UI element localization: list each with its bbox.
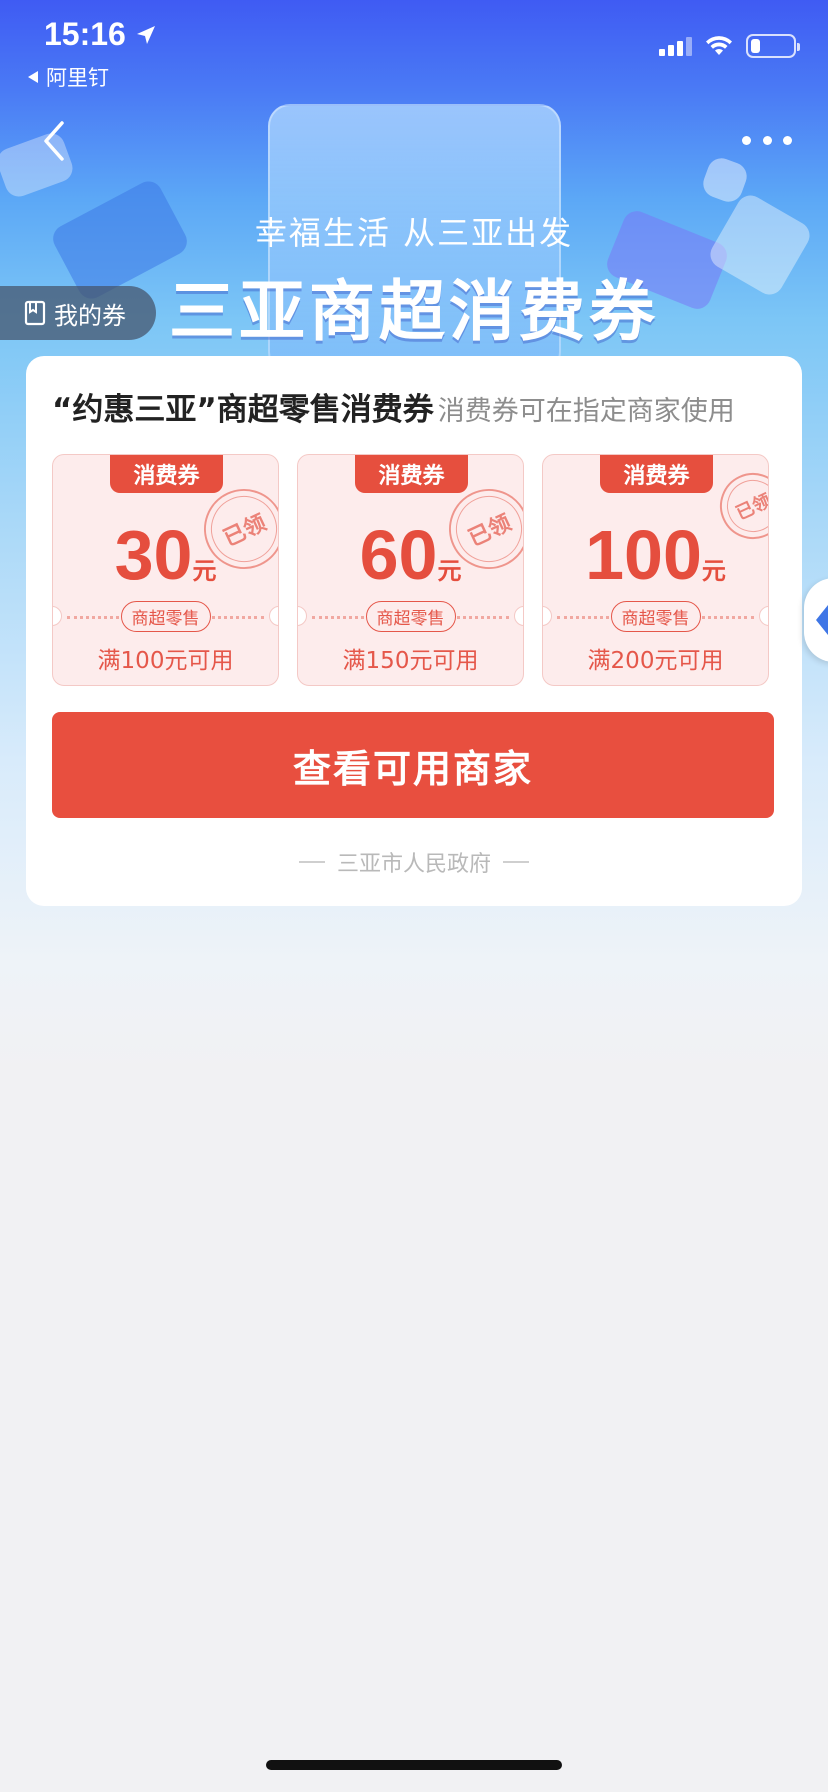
coupon-notch <box>514 606 523 626</box>
coupon-list: 消费券 30元 已领 商超零售 满100元可用 消费券 60元 已领 商超零售 … <box>52 454 769 686</box>
wifi-icon <box>706 36 732 55</box>
status-time: 15:16 <box>44 16 158 53</box>
coupon-category-badge: 商超零售 <box>120 601 211 632</box>
coupon-category-badge: 商超零售 <box>610 601 701 632</box>
coupon-notch <box>298 606 307 626</box>
card-title: “约惠三亚”商超零售消费券 <box>52 392 434 428</box>
divider-line <box>503 861 529 863</box>
coupon-notch <box>53 606 62 626</box>
location-arrow-icon <box>136 25 155 44</box>
more-dot-icon <box>783 135 792 145</box>
coupon-amount-value: 60 <box>359 516 438 594</box>
coupon-tag: 消费券 <box>600 455 713 493</box>
coupon-condition: 满200元可用 <box>587 648 724 674</box>
view-merchants-button[interactable]: 查看可用商家 <box>52 712 774 818</box>
coupon-tag: 消费券 <box>110 455 223 493</box>
coupon-amount-value: 30 <box>114 516 193 594</box>
more-dot-icon <box>762 135 772 145</box>
claimed-stamp-text: 已领 <box>464 510 516 552</box>
coupon-condition: 满150元可用 <box>342 648 479 674</box>
coupon-notch <box>543 606 552 626</box>
coupon-amount-unit: 元 <box>701 557 726 585</box>
page: 15:16 阿里钉 幸福生活 从三亚出发 三亚商超消费券 我的券 “约惠三亚”商… <box>0 0 828 1792</box>
card-header: “约惠三亚”商超零售消费券 消费券可在指定商家使用 <box>52 384 735 429</box>
back-button[interactable] <box>36 118 72 164</box>
coupon-amount-unit: 元 <box>437 557 462 585</box>
status-back-app-label: 阿里钉 <box>46 66 109 90</box>
back-triangle-icon <box>28 71 38 83</box>
battery-icon <box>746 34 800 58</box>
coupon-amount-unit: 元 <box>192 557 217 585</box>
my-coupons-label: 我的券 <box>54 301 126 330</box>
coupon-condition: 满100元可用 <box>97 648 234 674</box>
claimed-stamp-text: 已领 <box>219 510 271 552</box>
coupon-notch <box>269 606 278 626</box>
more-dot-icon <box>742 135 751 145</box>
issuer-footer: 三亚市人民政府 <box>26 846 802 878</box>
coupon-book-icon <box>24 300 46 326</box>
coupon-tag: 消费券 <box>355 455 468 493</box>
my-coupons-button[interactable]: 我的券 <box>0 286 156 340</box>
coupon-amount-value: 100 <box>585 516 702 594</box>
coupon-item-30[interactable]: 消费券 30元 已领 商超零售 满100元可用 <box>52 454 279 686</box>
hero-subtitle: 幸福生活 从三亚出发 <box>254 214 574 252</box>
status-icons <box>659 34 800 58</box>
coupon-notch <box>759 606 768 626</box>
claimed-stamp-text: 已领 <box>732 490 769 525</box>
more-options-button[interactable] <box>742 128 792 152</box>
status-back-to-app[interactable]: 阿里钉 <box>26 62 109 92</box>
cellular-signal-icon <box>659 36 692 56</box>
status-time-text: 15:16 <box>44 16 126 52</box>
coupon-item-100[interactable]: 消费券 100元 已领 商超零售 满200元可用 <box>542 454 769 686</box>
divider-line <box>298 861 325 863</box>
coupon-item-60[interactable]: 消费券 60元 已领 商超零售 满150元可用 <box>297 454 524 686</box>
issuer-label: 三亚市人民政府 <box>336 852 491 877</box>
coupon-category-badge: 商超零售 <box>365 601 456 632</box>
card-note: 消费券可在指定商家使用 <box>437 396 735 427</box>
home-indicator[interactable] <box>266 1760 562 1770</box>
chevron-left-icon <box>44 121 64 161</box>
coupon-card: “约惠三亚”商超零售消费券 消费券可在指定商家使用 消费券 30元 已领 商超零… <box>26 356 802 906</box>
